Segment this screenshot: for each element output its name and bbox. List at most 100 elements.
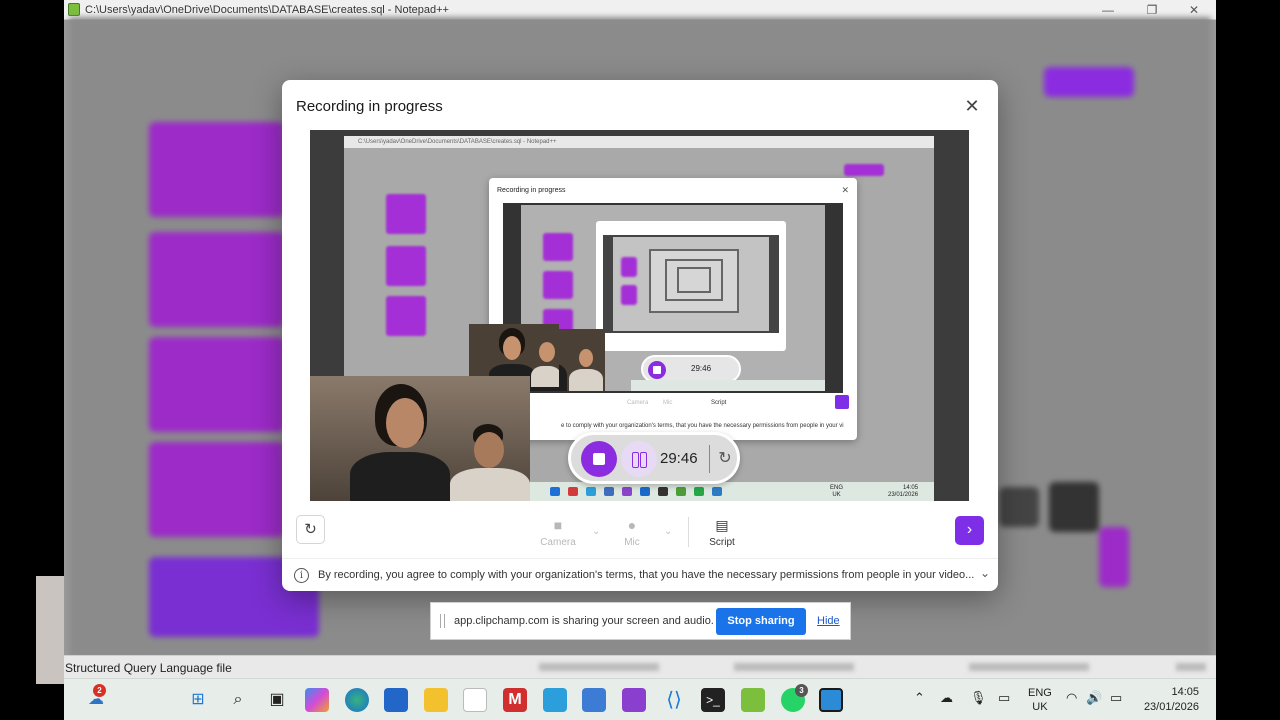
show-hidden-icons-chevron-icon[interactable]: ⌃ (914, 690, 925, 706)
recording-dialog: Recording in progress ✕ C:\Users\yadav\O… (282, 80, 998, 591)
person-face (386, 398, 424, 448)
restart-icon: ↻ (718, 450, 732, 467)
nested-desktop: 29:46 (521, 205, 825, 391)
task-view-icon[interactable]: ▣ (265, 688, 289, 712)
minimize-button[interactable]: — (1096, 2, 1120, 18)
clipchamp-icon[interactable] (622, 688, 646, 712)
recording-control-pill: 29:46 ↻ (568, 432, 740, 484)
status-field (734, 663, 854, 671)
preview-tray-lang: ENG UK (830, 485, 844, 498)
recording-timer: 29:46 (660, 450, 698, 467)
toolbar-divider (688, 517, 689, 547)
edge-dev-icon[interactable] (543, 688, 567, 712)
display-icon[interactable]: ▭ (998, 690, 1010, 706)
nested-recording-pill: 29:46 (641, 355, 741, 383)
nested-timer: 29:46 (691, 364, 712, 373)
person-body (569, 369, 603, 391)
expand-chevron-icon[interactable]: ⌄ (980, 566, 990, 580)
file-explorer-icon[interactable] (424, 688, 448, 712)
camera-button[interactable]: ■ Camera (536, 516, 580, 548)
bg-thumb (1099, 527, 1129, 587)
notification-badge: 2 (93, 684, 106, 697)
webcam-thumbnail (36, 576, 64, 684)
search-icon[interactable]: ⌕ (226, 688, 250, 712)
edge-icon[interactable] (345, 688, 369, 712)
preview-taskbar-icon (622, 487, 632, 496)
next-button[interactable]: › (955, 516, 984, 545)
preview-button (844, 164, 884, 176)
preview-taskbar: ENG UK 14:05 23/01/2026 (530, 482, 934, 501)
restart-recording-button[interactable]: ↻ (296, 515, 325, 544)
bg-card (149, 337, 284, 432)
volume-icon[interactable]: 🔊 (1086, 690, 1102, 706)
script-button[interactable]: ▤ Script (700, 516, 744, 548)
stop-recording-icon (581, 441, 617, 477)
terminal-icon[interactable]: >_ (701, 688, 725, 712)
preview-taskbar-icon (658, 487, 668, 496)
windows-taskbar: ☁ 2 ⊞ ⌕ ▣ M ⟨⟩ >_ 3 ⌃ ☁ 🎙 ▭ ENG UK ◠ 🔊 ▭… (64, 678, 1216, 720)
close-window-button[interactable]: ✕ (1182, 2, 1206, 18)
script-icon: ▤ (715, 517, 729, 533)
input-language[interactable]: ENG UK (1028, 686, 1052, 714)
hide-link[interactable]: Hide (817, 615, 840, 627)
notepad-icon[interactable] (463, 688, 487, 712)
person-body (450, 468, 530, 501)
mic-label: Mic (624, 537, 640, 548)
microphone-icon[interactable]: 🎙 (970, 690, 987, 706)
lang-code: ENG (1028, 687, 1052, 699)
recursive-frame (677, 267, 711, 293)
preview-taskbar-icon (604, 487, 614, 496)
active-window-icon[interactable] (819, 688, 843, 712)
sharing-message: app.clipchamp.com is sharing your screen… (454, 615, 714, 627)
clock-time: 14:05 (1171, 686, 1199, 698)
info-icon: i (294, 568, 309, 583)
mcafee-icon[interactable]: M (503, 688, 527, 712)
nested-next-button (835, 395, 849, 409)
preview-card (386, 246, 426, 286)
notepad-app-icon[interactable] (582, 688, 606, 712)
camera-chevron-down-icon[interactable]: ⌄ (592, 526, 600, 537)
nested-dialog-title: Recording in progress (497, 187, 566, 194)
nested-preview-level2 (603, 235, 779, 333)
mic-button[interactable]: ● Mic (610, 516, 654, 548)
script-label: Script (709, 537, 735, 548)
lang-region: UK (1032, 701, 1048, 713)
notepadpp-icon[interactable] (741, 688, 765, 712)
nested-consent: e to comply with your organization's ter… (561, 423, 844, 429)
person-body (350, 452, 450, 501)
drag-handle[interactable] (440, 614, 445, 628)
start-icon[interactable]: ⊞ (186, 688, 210, 712)
bg-thumb (1049, 482, 1099, 532)
person-face (503, 336, 521, 360)
preview-taskbar-icon (568, 487, 578, 496)
bg-card (149, 232, 284, 327)
stop-sharing-button[interactable]: Stop sharing (716, 608, 806, 635)
store-icon[interactable] (384, 688, 408, 712)
system-clock[interactable]: 14:05 23/01/2026 (1133, 685, 1199, 715)
consent-bar: i By recording, you agree to comply with… (282, 558, 998, 591)
person-face (474, 432, 504, 468)
preview-taskbar-icon (640, 487, 650, 496)
nested-dialog: Recording in progress ✕ 29:46 Camera Mic… (489, 178, 857, 440)
screen-sharing-bar: app.clipchamp.com is sharing your screen… (430, 602, 851, 640)
nested-stop-icon (648, 361, 666, 379)
dialog-close-icon[interactable]: ✕ (962, 96, 982, 116)
bg-thumb (999, 487, 1039, 527)
mic-chevron-down-icon[interactable]: ⌄ (664, 526, 672, 537)
preview-card (386, 296, 426, 336)
nested-close-icon: ✕ (841, 185, 849, 195)
wifi-icon[interactable]: ◠ (1066, 690, 1077, 706)
vscode-icon[interactable]: ⟨⟩ (662, 688, 686, 712)
bg-button (1044, 67, 1134, 97)
status-field (539, 663, 659, 671)
cloud-sync-icon[interactable]: ☁ (940, 690, 953, 706)
language-label: Structured Query Language file (65, 661, 232, 675)
battery-icon[interactable]: ▭ (1110, 690, 1122, 706)
nested-dialog-level2 (596, 221, 786, 351)
status-field (969, 663, 1089, 671)
nested-card (543, 233, 573, 261)
nested-card (621, 285, 637, 305)
maximize-button[interactable]: ❐ (1140, 2, 1164, 18)
copilot-icon[interactable] (305, 688, 329, 712)
camera-icon: ■ (553, 517, 563, 533)
